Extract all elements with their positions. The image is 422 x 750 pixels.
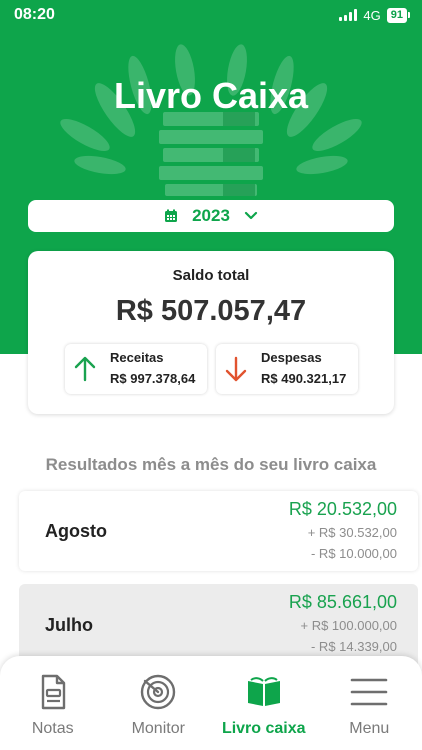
month-balance: R$ 20.532,00 [288,499,397,519]
battery-icon: 91 [386,7,410,23]
arrow-up-icon [74,356,96,382]
document-icon [41,674,65,710]
battery-level: 91 [386,7,407,23]
month-income: + R$ 30.532,00 [307,525,397,540]
expense-value: R$ 490.321,17 [261,371,347,386]
ledger-illustration [60,44,362,196]
nav-label: Notas [31,720,74,737]
calendar-icon [165,209,178,222]
income-label: Receitas [110,350,164,365]
balance-label: Saldo total [172,267,250,284]
hamburger-menu-icon [350,678,388,706]
balance-card: Saldo total R$ 507.057,47 Receitas R$ 99… [28,251,394,414]
balance-value: R$ 507.057,47 [115,295,307,327]
nav-item-notas[interactable]: Notas [0,656,106,750]
status-time: 08:20 [14,6,55,23]
nav-label: Monitor [131,720,185,737]
year-selector[interactable]: 2023 [28,200,394,232]
status-bar: 08:20 4G 91 [0,0,422,30]
radar-icon [141,674,176,710]
nav-item-menu[interactable]: Menu [317,656,422,750]
signal-icon [339,9,358,21]
income-value: R$ 997.378,64 [110,371,196,386]
nav-item-monitor[interactable]: Monitor [106,656,212,750]
month-expense: - R$ 10.000,00 [310,546,397,561]
expense-label: Despesas [261,350,322,365]
expense-card: Despesas R$ 490.321,17 [216,344,358,394]
month-expense: - R$ 14.339,00 [310,639,397,654]
nav-label: Menu [349,720,390,737]
month-name: Agosto [45,521,107,541]
month-income: + R$ 100.000,00 [300,618,398,633]
network-label: 4G [363,7,381,23]
month-card-agosto[interactable]: Agosto R$ 20.532,00 + R$ 30.532,00 - R$ … [19,491,418,571]
arrow-down-icon [225,356,247,382]
chevron-down-icon [244,211,258,220]
status-indicators: 4G 91 [339,7,410,23]
page-title: Livro Caixa [113,75,309,116]
month-name: Julho [45,615,93,635]
book-icon [247,677,280,706]
nav-item-livro-caixa[interactable]: Livro caixa [211,656,317,750]
income-card: Receitas R$ 997.378,64 [65,344,207,394]
bottom-navigation: Notas Monitor Livro caixa Menu [0,656,422,750]
year-value: 2023 [192,206,230,225]
month-balance: R$ 85.661,00 [288,592,397,612]
nav-label: Livro caixa [221,720,306,737]
monthly-results-title: Resultados mês a mês do seu livro caixa [45,455,377,474]
